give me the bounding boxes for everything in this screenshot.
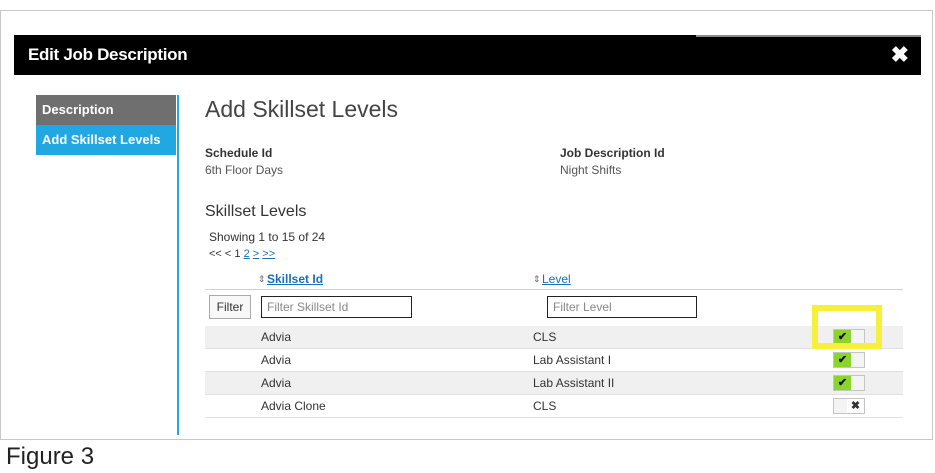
- table-row: Advia CLS ✔: [205, 326, 903, 349]
- results-count: Showing 1 to 15 of 24: [209, 230, 326, 244]
- job-description-id-label: Job Description Id: [560, 146, 665, 160]
- sidebar: Description Add Skillset Levels: [36, 95, 176, 155]
- filter-button[interactable]: Filter: [209, 295, 251, 319]
- job-description-id-value: Night Shifts: [560, 163, 622, 177]
- enable-toggle[interactable]: ✔: [833, 375, 865, 391]
- check-icon: ✔: [834, 376, 851, 390]
- sidebar-item-description[interactable]: Description: [36, 95, 176, 125]
- skillset-cell: Advia: [261, 330, 292, 344]
- column-header-skillset-id[interactable]: Skillset Id: [267, 272, 323, 286]
- sidebar-item-label: Add Skillset Levels: [42, 132, 161, 147]
- sort-icon[interactable]: ⇕: [533, 274, 541, 285]
- filter-skillset-input[interactable]: [261, 296, 412, 318]
- skillset-cell: Advia: [261, 353, 292, 367]
- sort-icon[interactable]: ⇕: [258, 274, 266, 285]
- titlebar-accent-line: [696, 35, 921, 37]
- dialog-titlebar: Edit Job Description ✖: [14, 35, 921, 75]
- section-title: Skillset Levels: [205, 203, 307, 220]
- check-icon: ✔: [834, 353, 851, 367]
- level-cell: Lab Assistant II: [533, 376, 615, 390]
- dialog-title: Edit Job Description: [28, 45, 188, 64]
- column-header-level[interactable]: Level: [542, 272, 571, 286]
- skillset-cell: Advia Clone: [261, 399, 326, 413]
- filter-level-input[interactable]: [547, 296, 697, 318]
- close-icon[interactable]: ✖: [891, 35, 909, 75]
- highlight-box: [812, 305, 882, 349]
- pager-first[interactable]: <<: [209, 248, 222, 260]
- skillset-cell: Advia: [261, 376, 292, 390]
- schedule-id-value: 6th Floor Days: [205, 163, 284, 177]
- schedule-id-label: Schedule Id: [205, 146, 273, 160]
- level-cell: CLS: [533, 399, 557, 413]
- level-cell: CLS: [533, 330, 557, 344]
- pager-prev[interactable]: <: [225, 248, 231, 260]
- header-divider: [205, 289, 903, 290]
- pager-page-2[interactable]: 2: [244, 248, 250, 260]
- sidebar-divider: [177, 95, 179, 435]
- pager-last[interactable]: >>: [262, 248, 275, 260]
- pagination: << < 1 2 > >>: [209, 248, 275, 260]
- level-cell: Lab Assistant I: [533, 353, 612, 367]
- table-row: Advia Lab Assistant II ✔: [205, 372, 903, 395]
- x-icon: ✖: [847, 399, 864, 413]
- pager-next[interactable]: >: [253, 248, 259, 260]
- pager-current: 1: [234, 248, 241, 260]
- page-title: Add Skillset Levels: [205, 96, 399, 122]
- sidebar-item-add-skillset-levels[interactable]: Add Skillset Levels: [36, 125, 176, 155]
- table-row: Advia Lab Assistant I ✔: [205, 349, 903, 372]
- enable-toggle[interactable]: ✔: [833, 352, 865, 368]
- table-row: Advia Clone CLS ✖: [205, 395, 903, 418]
- figure-caption: Figure 3: [6, 443, 95, 470]
- sidebar-item-label: Description: [42, 102, 114, 117]
- disable-toggle[interactable]: ✖: [833, 398, 865, 414]
